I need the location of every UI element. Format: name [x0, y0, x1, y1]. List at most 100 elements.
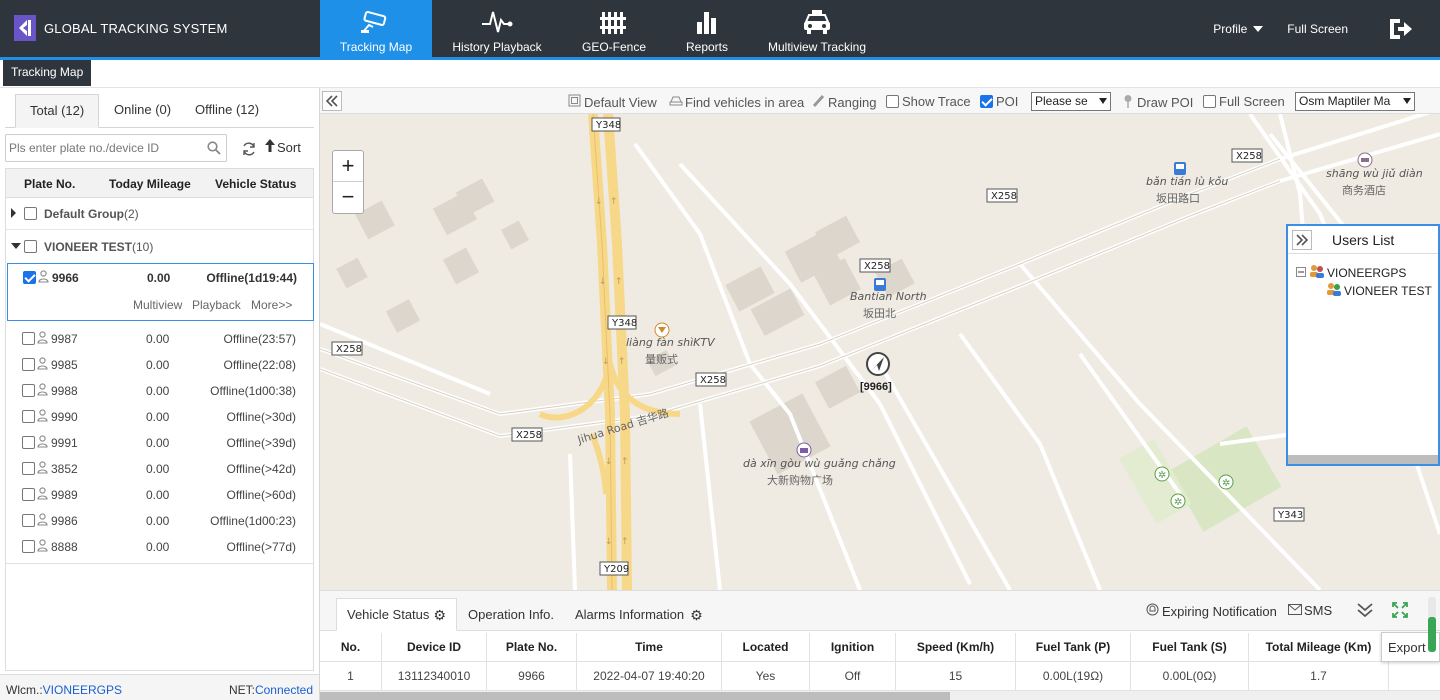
tab-alarms-information[interactable]: Alarms Information ⚙	[575, 598, 703, 631]
table-column-header[interactable]: Device ID	[382, 633, 487, 662]
table-column-header[interactable]: Total Mileage (Km)	[1249, 633, 1389, 662]
vehicle-row[interactable]: 9990 0.00 Offline(>30d)	[6, 403, 313, 429]
vehicle-checkbox[interactable]	[22, 462, 35, 475]
nav-multiview-tracking[interactable]: Multiview Tracking	[748, 0, 886, 57]
table-column-header[interactable]: Time	[577, 633, 722, 662]
tab-operation-info[interactable]: Operation Info.	[468, 598, 554, 631]
scroll-thumb[interactable]	[320, 692, 950, 700]
sms-button[interactable]: SMS	[1288, 603, 1332, 618]
zoom-in-button[interactable]: +	[333, 151, 363, 182]
bus-stop-icon	[874, 278, 886, 291]
bottom-vertical-scrollbar[interactable]	[1428, 597, 1436, 652]
users-list-scrollbar[interactable]	[1288, 455, 1438, 464]
nav-geo-fence[interactable]: GEO-Fence	[562, 0, 666, 57]
poi-select[interactable]: Please se	[1031, 92, 1111, 111]
maximize-panel-icon[interactable]	[1392, 602, 1408, 618]
profile-menu[interactable]: Profile	[1213, 22, 1264, 36]
vehicle-row[interactable]: 9988 0.00 Offline(1d00:38)	[6, 377, 313, 403]
vehicle-checkbox[interactable]	[23, 271, 36, 284]
vehicle-checkbox[interactable]	[22, 540, 35, 553]
sort-button[interactable]: Sort	[265, 139, 301, 155]
expand-right-button[interactable]	[1292, 230, 1312, 250]
group-checkbox[interactable]	[24, 207, 37, 220]
full-screen-checkbox[interactable]	[1203, 95, 1216, 108]
tree-node-vioneergps[interactable]: VIONEERGPS	[1296, 264, 1406, 281]
vehicle-plate: 8888	[51, 540, 78, 554]
playback-link[interactable]: Playback	[192, 298, 241, 312]
table-column-header[interactable]: Ignition	[810, 633, 896, 662]
svg-text:↓: ↓	[605, 537, 613, 547]
tab-offline[interactable]: Offline (12)	[195, 94, 259, 128]
col-vehicle-status[interactable]: Vehicle Status	[215, 177, 296, 191]
search-icon[interactable]	[207, 141, 221, 155]
vehicle-row[interactable]: 3852 0.00 Offline(>42d)	[6, 455, 313, 481]
group-checkbox[interactable]	[24, 240, 37, 253]
caret-down-icon[interactable]	[11, 243, 21, 249]
show-trace-toggle[interactable]: Show Trace	[886, 94, 971, 109]
tab-vehicle-status[interactable]: Vehicle Status ⚙	[336, 598, 457, 631]
gear-icon[interactable]: ⚙	[433, 599, 446, 631]
collapse-icon[interactable]	[1296, 266, 1306, 280]
collapse-left-button[interactable]	[322, 91, 342, 111]
table-column-header[interactable]: Fuel Tank (S)	[1131, 633, 1249, 662]
refresh-icon[interactable]	[241, 141, 257, 157]
vehicle-checkbox[interactable]	[22, 410, 35, 423]
poi-checkbox[interactable]	[980, 95, 993, 108]
vehicle-checkbox[interactable]	[22, 488, 35, 501]
vehicle-row[interactable]: 9985 0.00 Offline(22:08)	[6, 351, 313, 377]
vehicle-checkbox[interactable]	[22, 384, 35, 397]
nav-tracking-map[interactable]: Tracking Map	[320, 0, 432, 57]
ranging-button[interactable]: Ranging	[812, 94, 876, 110]
table-column-header[interactable]: Fuel Tank (P)	[1016, 633, 1131, 662]
gear-icon[interactable]: ⚙	[690, 599, 703, 631]
show-trace-checkbox[interactable]	[886, 95, 899, 108]
default-view-button[interactable]: Default View	[568, 94, 657, 110]
vehicle-row[interactable]: 9986 0.00 Offline(1d00:23)	[6, 507, 313, 533]
caret-right-icon[interactable]	[11, 208, 16, 218]
nav-reports[interactable]: Reports	[666, 0, 748, 57]
table-column-header[interactable]: Plate No.	[487, 633, 577, 662]
group-vioneer-test[interactable]: VIONEER TEST(10)	[6, 231, 313, 263]
vehicle-checkbox[interactable]	[22, 436, 35, 449]
table-row[interactable]: 1 13112340010 9966 2022-04-07 19:40:20 Yes Of…	[320, 662, 1440, 691]
vehicle-row[interactable]: 8888 0.00 Offline(>77d)	[6, 533, 313, 559]
vehicle-row[interactable]: 9987 0.00 Offline(23:57)	[6, 325, 313, 351]
page-tab-tracking-map[interactable]: Tracking Map	[3, 60, 92, 86]
logout-icon[interactable]	[1386, 15, 1414, 43]
col-today-mileage[interactable]: Today Mileage	[109, 177, 191, 191]
search-input[interactable]	[5, 134, 227, 162]
scroll-thumb[interactable]	[1428, 617, 1436, 652]
vehicle-checkbox[interactable]	[22, 514, 35, 527]
vehicle-status: Offline(>77d)	[226, 540, 297, 554]
selected-vehicle[interactable]: 9966 0.00 Offline(1d19:44) Multiview Pla…	[7, 263, 314, 321]
vehicle-row[interactable]: 9966 0.00 Offline(1d19:44)	[8, 264, 315, 290]
more-link[interactable]: More>>	[251, 298, 292, 312]
collapse-panel-icon[interactable]	[1356, 602, 1374, 618]
table-horizontal-scrollbar[interactable]	[320, 691, 1440, 700]
nav-history-playback[interactable]: History Playback	[432, 0, 562, 57]
tab-total[interactable]: Total (12)	[15, 94, 100, 128]
map-full-screen-toggle[interactable]: Full Screen	[1203, 94, 1285, 109]
multiview-link[interactable]: Multiview	[133, 298, 182, 312]
brand[interactable]: GLOBAL TRACKING SYSTEM	[14, 14, 228, 42]
vehicle-checkbox[interactable]	[22, 358, 35, 371]
group-default[interactable]: Default Group(2)	[6, 198, 313, 230]
table-column-header[interactable]: Located	[722, 633, 810, 662]
table-column-header[interactable]: Speed (Km/h)	[896, 633, 1016, 662]
tree-node-vioneer-test[interactable]: VIONEER TEST	[1326, 282, 1432, 299]
map-provider-select[interactable]: Osm Maptiler Ma	[1295, 92, 1415, 111]
table-column-header[interactable]: No.	[320, 633, 382, 662]
vehicle-row[interactable]: 9991 0.00 Offline(>39d)	[6, 429, 313, 455]
poi-toggle[interactable]: POI	[980, 94, 1018, 109]
find-vehicles-button[interactable]: Find vehicles in area	[669, 94, 804, 110]
map-canvas[interactable]: ↓ ↑ ↓ ↑ ↓ ↑ ↓ ↑ ↓ ↑ Y348 Y348 X258 X258 X258 …	[320, 114, 1440, 590]
current-user-link[interactable]: VIONEERGPS	[43, 683, 122, 697]
col-plate-no[interactable]: Plate No.	[24, 177, 75, 191]
vehicle-checkbox[interactable]	[22, 332, 35, 345]
zoom-out-button[interactable]: −	[333, 182, 363, 213]
vehicle-row[interactable]: 9989 0.00 Offline(>60d)	[6, 481, 313, 507]
expiring-notification-button[interactable]: Expiring Notification	[1146, 603, 1277, 619]
draw-poi-button[interactable]: Draw POI	[1123, 94, 1193, 111]
full-screen-link[interactable]: Full Screen	[1287, 22, 1348, 36]
tab-online[interactable]: Online (0)	[114, 94, 171, 128]
